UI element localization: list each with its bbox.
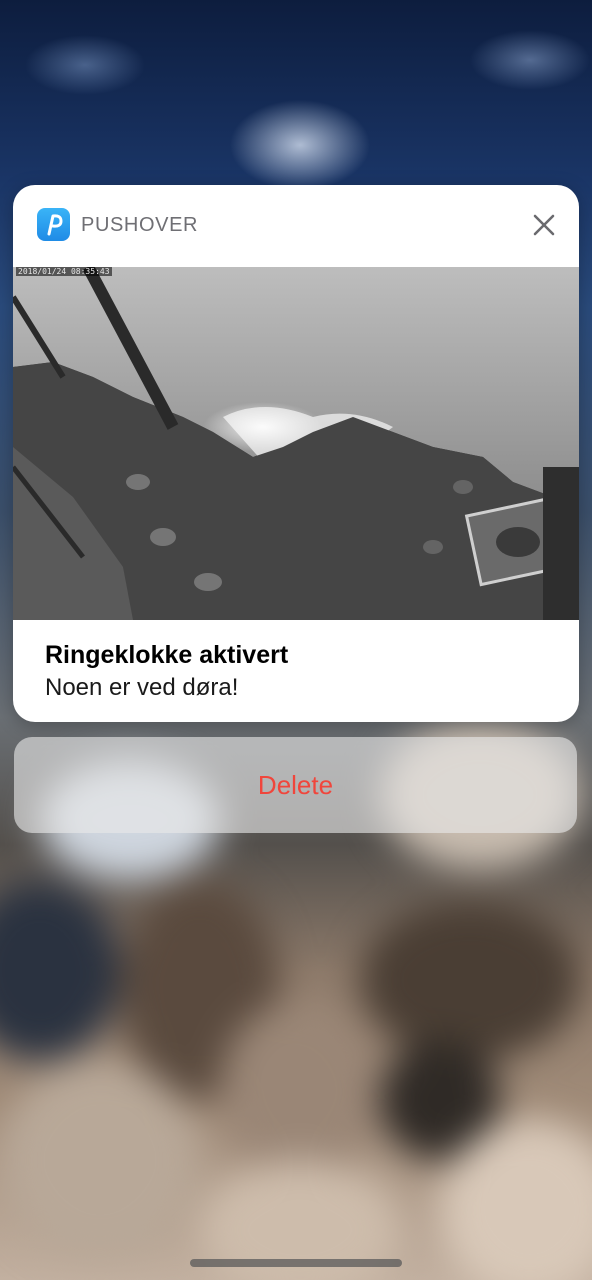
notification-header: PUSHOVER (13, 185, 579, 267)
pushover-p-icon (37, 208, 70, 241)
doorbell-camera-image[interactable]: 2018/01/24 08:35:43 (13, 264, 579, 620)
lock-screen: PUSHOVER 2018/01/24 08:35:43 Ringeklokke… (0, 0, 592, 1280)
close-icon[interactable] (526, 207, 562, 243)
camera-timestamp: 2018/01/24 08:35:43 (16, 267, 112, 276)
delete-button[interactable]: Delete (14, 737, 577, 833)
notification-title: Ringeklokke aktivert (45, 641, 289, 669)
notification-body: Noen er ved døra! (45, 674, 239, 701)
delete-button-label: Delete (257, 770, 334, 800)
app-name: PUSHOVER (81, 214, 199, 236)
home-indicator[interactable] (190, 1259, 402, 1267)
notification-card[interactable]: PUSHOVER 2018/01/24 08:35:43 Ringeklokke… (13, 185, 579, 722)
camera-snapshot-drawing (13, 264, 579, 620)
